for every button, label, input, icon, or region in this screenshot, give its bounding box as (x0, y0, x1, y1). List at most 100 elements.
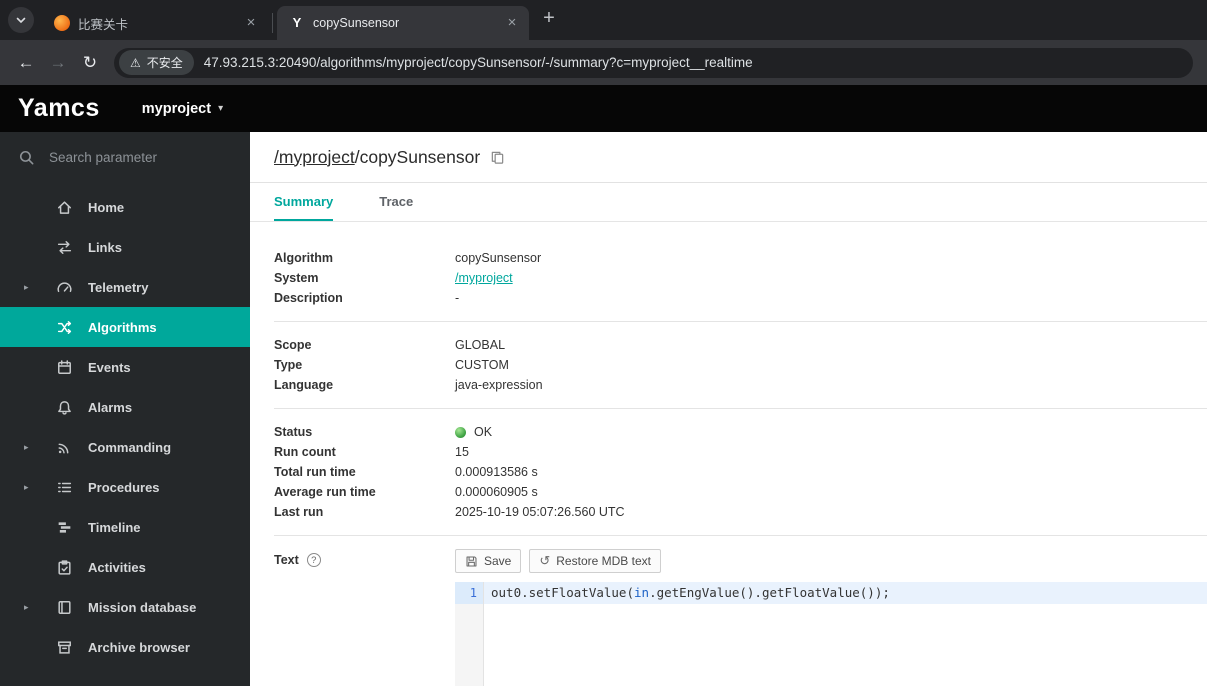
tab-summary[interactable]: Summary (274, 183, 334, 221)
sidebar-item-label: Activities (88, 559, 146, 575)
help-icon[interactable]: ? (306, 553, 321, 567)
code-token: .getEngValue().getFloatValue()); (649, 585, 890, 600)
section-divider (274, 321, 1207, 322)
expander-icon[interactable]: ▸ (24, 602, 29, 613)
sidebar-item-label: Events (88, 359, 131, 375)
code-line[interactable]: out0.setFloatValue(in.getEngValue().getF… (484, 582, 1207, 604)
sidebar-item-label: Links (88, 239, 122, 255)
sidebar-item-links[interactable]: Links (0, 227, 250, 267)
text-label-caption: Text (274, 553, 299, 567)
text-section: Text ? Save ↺ Restore MDB text 1 out0.se… (274, 549, 1207, 686)
reload-button[interactable]: ↻ (74, 53, 106, 73)
procedures-icon (56, 478, 74, 496)
restore-mdb-text-button[interactable]: ↺ Restore MDB text (529, 549, 661, 573)
detail-row: Scope GLOBAL (274, 335, 1207, 355)
instance-name: myproject (141, 100, 212, 117)
detail-row: Run count 15 (274, 442, 1207, 462)
tab-close-icon[interactable]: × (503, 14, 521, 32)
new-tab-button[interactable]: + (537, 7, 561, 30)
detail-value: 2025-10-19 05:07:26.560 UTC (455, 505, 625, 519)
expander-icon[interactable]: ▸ (24, 442, 29, 453)
code-area[interactable]: out0.setFloatValue(in.getEngValue().getF… (484, 582, 1207, 686)
text-label: Text ? (274, 549, 455, 567)
chevron-down-icon (15, 14, 27, 26)
home-icon (56, 198, 74, 216)
detail-label: Language (274, 378, 334, 392)
system-value-link[interactable]: /myproject (455, 271, 513, 285)
undo-icon: ↺ (539, 553, 551, 568)
browser-tab-1[interactable]: 比赛关卡 × (42, 6, 268, 40)
search-input[interactable] (47, 148, 222, 166)
browser-tab-strip: 比赛关卡 × Y copySunsensor × + (0, 0, 1207, 40)
back-button[interactable]: ← (10, 53, 42, 73)
sidebar-item-activities[interactable]: Activities (0, 547, 250, 587)
detail-row: Total run time 0.000913586 s (274, 462, 1207, 482)
detail-value: CUSTOM (455, 358, 509, 372)
detail-label: System (274, 271, 319, 285)
tab2-favicon-icon: Y (292, 15, 302, 30)
archive-browser-icon (56, 638, 74, 656)
detail-label: Last run (274, 505, 324, 519)
mission-database-icon (56, 598, 74, 616)
alarms-icon (56, 398, 74, 416)
section-divider (274, 535, 1207, 536)
tab-title: 比赛关卡 (78, 17, 129, 32)
sidebar: Home Links ▸ Telemetry Algorithms Events (0, 132, 250, 686)
sidebar-item-algorithms[interactable]: Algorithms (0, 307, 250, 347)
copy-icon[interactable] (490, 150, 505, 165)
instance-picker[interactable]: myproject ▾ (142, 101, 223, 117)
address-bar[interactable]: ⚠ 不安全 47.93.215.3:20490/algorithms/mypro… (114, 47, 1193, 78)
code-token: out0.setFloatValue( (491, 585, 634, 600)
sidebar-item-procedures[interactable]: ▸ Procedures (0, 467, 250, 507)
sidebar-item-label: Telemetry (88, 279, 149, 295)
detail-row-status: Status OK (274, 422, 1207, 442)
section-divider (274, 408, 1207, 409)
sidebar-item-archive-browser[interactable]: Archive browser (0, 627, 250, 667)
browser-tab-2[interactable]: Y copySunsensor × (277, 6, 529, 40)
sidebar-item-alarms[interactable]: Alarms (0, 387, 250, 427)
page-header: /myproject/copySunsensor (250, 132, 1207, 183)
forward-button[interactable]: → (42, 53, 74, 73)
system-link[interactable]: /myproject (274, 147, 355, 168)
tab-trace[interactable]: Trace (379, 183, 413, 221)
security-label: 不安全 (146, 56, 183, 70)
details: Algorithm copySunsensor System /myprojec… (250, 222, 1207, 686)
page-title: /myproject/copySunsensor (274, 147, 505, 168)
detail-label: Run count (274, 445, 336, 459)
events-icon (56, 358, 74, 376)
detail-row: Type CUSTOM (274, 355, 1207, 375)
expander-icon[interactable]: ▸ (24, 482, 29, 493)
sidebar-nav: Home Links ▸ Telemetry Algorithms Events (0, 187, 250, 667)
sidebar-item-events[interactable]: Events (0, 347, 250, 387)
warning-icon: ⚠ (130, 55, 141, 70)
detail-row: Last run 2025-10-19 05:07:26.560 UTC (274, 502, 1207, 522)
save-button-label: Save (484, 554, 512, 568)
detail-label: Type (274, 358, 303, 372)
sidebar-item-label: Alarms (88, 399, 133, 415)
detail-value: GLOBAL (455, 338, 506, 352)
tab-close-icon[interactable]: × (242, 14, 260, 32)
tabs-row: Summary Trace (250, 183, 1207, 222)
code-editor[interactable]: 1 out0.setFloatValue(in.getEngValue().ge… (455, 582, 1207, 686)
save-button[interactable]: Save (455, 549, 522, 573)
sidebar-item-label: Archive browser (88, 639, 190, 655)
detail-label: Average run time (274, 485, 376, 499)
sidebar-item-commanding[interactable]: ▸ Commanding (0, 427, 250, 467)
sidebar-item-timeline[interactable]: Timeline (0, 507, 250, 547)
sidebar-item-label: Commanding (88, 439, 172, 455)
detail-label: Description (274, 291, 343, 305)
status-ok-dot (455, 426, 466, 438)
status-text: OK (474, 425, 493, 439)
tab-search-button[interactable] (8, 7, 34, 33)
caret-down-icon: ▾ (218, 103, 224, 114)
security-chip[interactable]: ⚠ 不安全 (119, 50, 194, 75)
expander-icon[interactable]: ▸ (24, 282, 29, 293)
detail-label: Scope (274, 338, 312, 352)
sidebar-item-mission-database[interactable]: ▸ Mission database (0, 587, 250, 627)
sidebar-item-home[interactable]: Home (0, 187, 250, 227)
content: Home Links ▸ Telemetry Algorithms Events (0, 132, 1207, 686)
algorithms-icon (56, 318, 74, 336)
yamcs-logo: Yamcs (18, 94, 100, 122)
sidebar-item-telemetry[interactable]: ▸ Telemetry (0, 267, 250, 307)
telemetry-icon (56, 278, 74, 296)
